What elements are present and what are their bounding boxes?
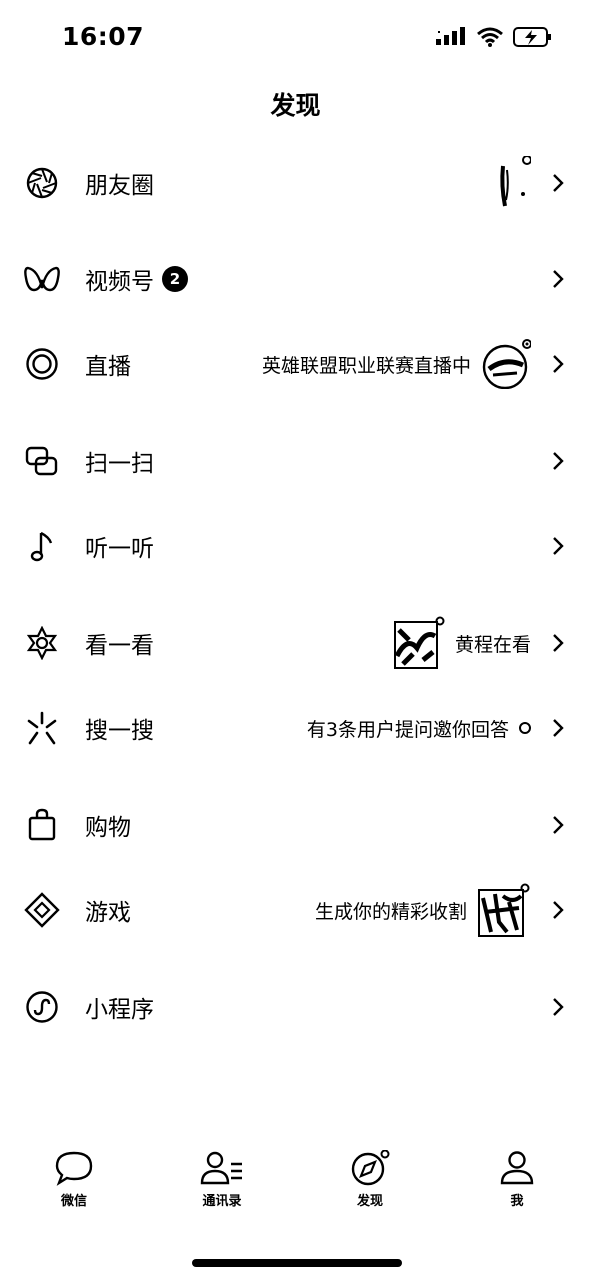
moments-preview-thumbnail [483, 155, 532, 210]
row-label: 小程序 [85, 997, 154, 1023]
signal-icon [436, 27, 465, 45]
list-item-top-stories[interactable]: 看一看 黄程在看 [0, 608, 591, 678]
list-item-channels[interactable]: 视频号 2 [0, 244, 591, 314]
badge-count: 2 [169, 270, 181, 288]
chevron-right-icon [553, 174, 564, 192]
row-right: 黄程在看 [393, 616, 531, 670]
tab-contacts[interactable]: 通讯录 [167, 1150, 277, 1209]
tab-chats[interactable]: 微信 [19, 1150, 129, 1209]
search-prompt-text: 有3条用户提问邀你回答 [306, 718, 509, 741]
battery-charging-icon [513, 27, 551, 47]
status-time: 16:07 [62, 22, 145, 51]
live-subtitle: 英雄联盟职业联赛直播中 [261, 354, 471, 377]
page-title: 发现 [270, 91, 321, 120]
list-item-live[interactable]: 直播 英雄联盟职业联赛直播中 [0, 329, 591, 399]
chevron-right-icon [553, 270, 564, 288]
wifi-icon [477, 27, 503, 47]
tab-label: 我 [510, 1194, 524, 1209]
game-diamond-icon [24, 892, 60, 928]
chevron-right-icon [553, 452, 564, 470]
row-label: 扫一扫 [85, 451, 154, 477]
row-label: 游戏 [85, 900, 131, 926]
friend-avatar [393, 616, 445, 670]
list-item-moments[interactable]: 朋友圈 [0, 148, 591, 218]
compass-icon [351, 1150, 390, 1186]
scan-icon [24, 443, 60, 479]
row-right: 有3条用户提问邀你回答 [307, 715, 531, 742]
row-right: 英雄联盟职业联赛直播中 [261, 339, 532, 390]
tab-me[interactable]: 我 [462, 1150, 572, 1209]
friend-watching-text: 黄程在看 [454, 633, 531, 656]
row-label: 购物 [85, 815, 131, 841]
unread-dot [519, 722, 531, 734]
chevron-right-icon [553, 901, 564, 919]
status-icons [435, 26, 553, 48]
tab-label: 微信 [60, 1194, 87, 1209]
status-bar: 16:07 [0, 0, 591, 80]
chevron-right-icon [553, 355, 564, 373]
row-right [483, 155, 532, 210]
chevron-right-icon [553, 719, 564, 737]
row-label: 直播 [85, 354, 131, 380]
music-note-icon [24, 528, 60, 564]
star-hexagon-icon [24, 625, 60, 661]
list-item-listen[interactable]: 听一听 [0, 511, 591, 581]
game-promo-text: 生成你的精彩收割 [314, 900, 467, 923]
search-spark-icon [24, 710, 60, 746]
shopping-bag-icon [24, 807, 60, 843]
notification-badge: 2 [162, 266, 188, 292]
row-label: 视频号 2 [85, 262, 188, 296]
row-label: 朋友圈 [85, 173, 154, 199]
tab-label: 发现 [356, 1194, 383, 1209]
list-item-scan[interactable]: 扫一扫 [0, 426, 591, 496]
row-right: 生成你的精彩收割 [315, 882, 531, 938]
row-label: 搜一搜 [85, 718, 154, 744]
home-indicator[interactable] [192, 1259, 402, 1267]
live-icon [24, 346, 60, 382]
row-label: 听一听 [85, 536, 154, 562]
live-streamer-avatar [481, 339, 532, 390]
row-label: 看一看 [85, 633, 154, 659]
list-item-search[interactable]: 搜一搜 有3条用户提问邀你回答 [0, 693, 591, 763]
tab-label: 通讯录 [202, 1194, 242, 1209]
chat-bubble-icon [55, 1151, 93, 1186]
mini-program-icon [24, 989, 60, 1025]
row-label-text: 视频号 [85, 269, 154, 295]
chevron-right-icon [553, 537, 564, 555]
list-item-mini-programs[interactable]: 小程序 [0, 972, 591, 1042]
person-icon [500, 1151, 534, 1185]
chevron-right-icon [553, 998, 564, 1016]
contacts-icon [200, 1151, 242, 1185]
aperture-icon [24, 165, 60, 201]
chevron-right-icon [553, 816, 564, 834]
tab-discover[interactable]: 发现 [315, 1150, 425, 1209]
list-item-shopping[interactable]: 购物 [0, 790, 591, 860]
game-thumbnail [477, 882, 531, 938]
butterfly-icon [24, 261, 60, 297]
list-item-games[interactable]: 游戏 生成你的精彩收割 [0, 875, 591, 945]
tab-bar: 微信 通讯录 发现 我 [0, 1150, 591, 1230]
chevron-right-icon [553, 634, 564, 652]
